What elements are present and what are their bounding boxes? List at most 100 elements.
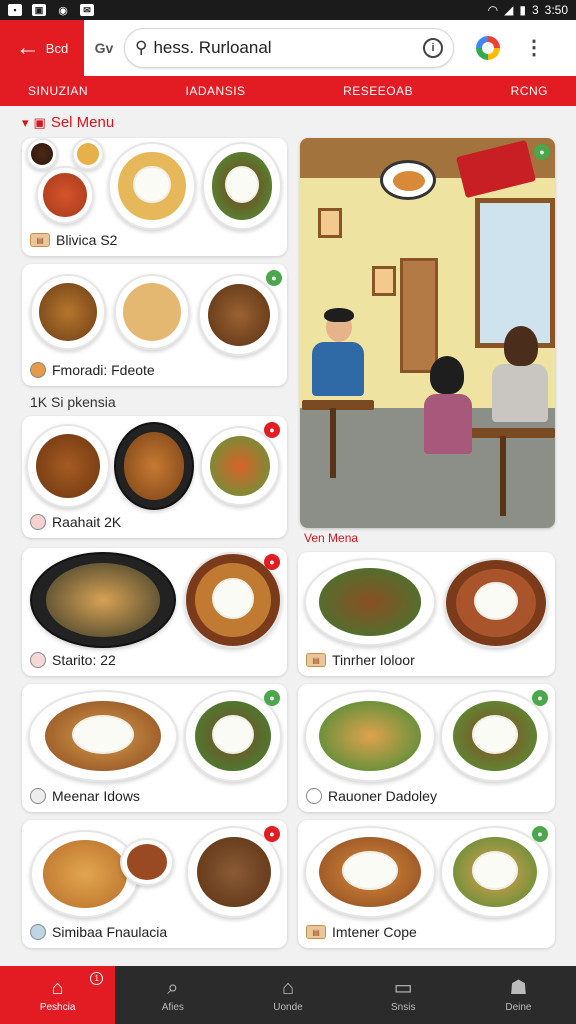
info-icon[interactable]: i — [423, 38, 443, 58]
tabs-button[interactable]: Gv — [84, 40, 124, 56]
food-plate — [444, 558, 548, 648]
menu-card[interactable]: ● Starito: 22 — [22, 548, 287, 676]
category-tab[interactable]: IADANSIS — [186, 84, 246, 98]
food-icon — [306, 788, 322, 804]
food-icon: ▤ — [306, 653, 326, 667]
food-icon — [30, 514, 46, 530]
category-tab[interactable]: RESEEOAB — [343, 84, 413, 98]
search-doc-icon: ⌕ — [167, 976, 179, 999]
card-label: Tinrher Ioloor — [332, 652, 415, 668]
nav-label: Deine — [505, 1001, 532, 1013]
nav-item-center[interactable]: ⌂ Uonde — [230, 966, 345, 1024]
google-icon[interactable] — [476, 36, 500, 60]
nav-item-profile[interactable]: ☗ Deine — [461, 966, 576, 1024]
food-plate — [304, 690, 436, 782]
search-bar[interactable]: ⚲ hess. Rurloanal i — [124, 28, 454, 68]
nav-label: Uonde — [273, 1001, 303, 1013]
status-bar: ▪ ▣ ◉ ✉ ◠ ◢ ▮ 3 3:50 — [0, 0, 576, 20]
available-badge: ● — [532, 690, 548, 706]
food-icon: ▤ — [306, 925, 326, 939]
more-menu-icon[interactable]: ⋮ — [524, 38, 544, 58]
available-badge: ● — [532, 826, 548, 842]
available-badge: ● — [264, 690, 280, 706]
menu-card[interactable]: ● Meenar Idows — [22, 684, 287, 812]
menu-card[interactable]: ▤ Tinrher Ioloor — [298, 552, 555, 676]
notification-icon: ▪ — [8, 4, 22, 16]
battery-icon: ▮ — [519, 3, 526, 17]
card-label: Blivica S2 — [56, 232, 118, 248]
card-caption: ▤ Tinrher Ioloor — [306, 652, 415, 668]
card-label: Raahait 2K — [52, 514, 122, 530]
bottom-nav: ⌂ Peshcia 1 ⌕ Afies ⌂ Uonde ▭ Snsis ☗ De… — [0, 966, 576, 1024]
hot-badge: ● — [264, 422, 280, 438]
menu-card[interactable]: ● Simibaa Fnaulacia — [22, 820, 287, 948]
food-plate — [30, 274, 106, 350]
food-icon — [30, 924, 46, 940]
food-plate — [26, 138, 58, 170]
card-caption: Raahait 2K — [30, 514, 121, 530]
nav-item-search[interactable]: ⌕ Afies — [115, 966, 230, 1024]
available-badge: ● — [534, 144, 550, 160]
card-caption: Starito: 22 — [30, 652, 116, 668]
illustration-caption: Ven Mena — [304, 531, 359, 545]
food-plate — [202, 142, 282, 230]
down-arrow-icon: ▾ — [22, 114, 29, 130]
search-input[interactable]: hess. Rurloanal — [153, 38, 423, 58]
profile-icon: ☗ — [509, 976, 528, 999]
food-plate — [72, 138, 104, 170]
menu-card[interactable]: ● ▤ Imtener Cope — [298, 820, 555, 948]
card-caption: Simibaa Fnaulacia — [30, 924, 167, 940]
card-caption: Meenar Idows — [30, 788, 140, 804]
category-tab[interactable]: SINUZIAN — [28, 84, 88, 98]
food-plate — [114, 422, 194, 510]
card-label: Rauoner Dadoley — [328, 788, 437, 804]
nav-item-book[interactable]: ▭ Snsis — [346, 966, 461, 1024]
food-icon: ▤ — [30, 233, 50, 247]
food-plate — [304, 826, 436, 918]
restaurant-illustration[interactable]: ● — [300, 138, 555, 528]
wifi-icon: ◠ — [487, 3, 499, 17]
food-plate — [114, 274, 190, 350]
food-icon — [30, 788, 46, 804]
notification-badge: 1 — [90, 972, 104, 985]
home-icon: ⌂ — [51, 976, 64, 999]
menu-card[interactable]: ● Fmoradi: Fdeote — [22, 264, 287, 386]
menu-card[interactable]: ▤ Blivica S2 — [22, 138, 287, 256]
menu-card[interactable]: ● Rauoner Dadoley — [298, 684, 555, 812]
card-label: Meenar Idows — [52, 788, 140, 804]
nav-item-home[interactable]: ⌂ Peshcia 1 — [0, 966, 116, 1024]
section-title-text: Sel Menu — [50, 114, 115, 131]
food-icon — [30, 362, 46, 378]
menu-book-icon: ▣ — [33, 114, 46, 130]
card-caption: ▤ Blivica S2 — [30, 232, 117, 248]
card-caption: Fmoradi: Fdeote — [30, 362, 155, 378]
nav-label: Snsis — [390, 1001, 416, 1013]
app-icon: ◉ — [58, 4, 68, 17]
status-extra: 3 — [531, 3, 539, 17]
message-icon: ✉ — [80, 4, 94, 16]
food-plate — [36, 166, 94, 224]
card-label: Simibaa Fnaulacia — [52, 924, 168, 940]
menu-card[interactable]: ● Raahait 2K — [22, 416, 287, 538]
food-plate — [120, 838, 174, 886]
food-plate — [30, 552, 176, 648]
nav-label: Afies — [161, 1001, 184, 1013]
signal-icon: ◢ — [504, 3, 514, 17]
category-tab[interactable]: RCNG — [511, 84, 548, 98]
back-label: Bcd — [45, 40, 69, 56]
category-nav: SINUZIAN IADANSIS RESEEOAB RCNG — [0, 76, 576, 106]
food-plate — [200, 426, 280, 506]
card-caption: ▤ Imtener Cope — [306, 924, 417, 940]
card-label: Starito: 22 — [52, 652, 116, 668]
arrow-left-icon: ← — [15, 34, 40, 61]
nav-label: Peshcia — [39, 1001, 76, 1013]
hot-badge: ● — [264, 826, 280, 842]
search-icon: ⚲ — [135, 38, 148, 57]
status-time: 3:50 — [544, 3, 568, 17]
food-plate — [108, 142, 196, 230]
browser-header: ← Bcd Gv ⚲ hess. Rurloanal i ⋮ — [0, 20, 576, 76]
food-icon — [30, 652, 46, 668]
hot-badge: ● — [264, 554, 280, 570]
back-button[interactable]: ← Bcd — [0, 20, 84, 76]
subheading: 1K Si pkensia — [30, 394, 116, 410]
